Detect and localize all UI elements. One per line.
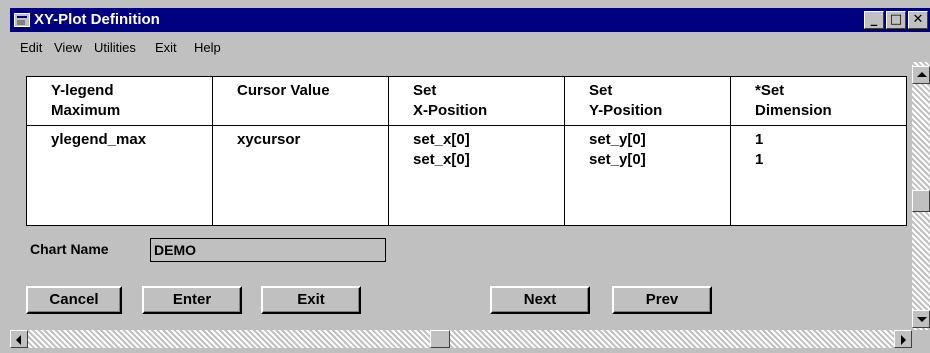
prev-button[interactable]: Prev [612, 286, 712, 314]
maximize-button[interactable]: □ [886, 11, 906, 29]
cancel-button[interactable]: Cancel [26, 286, 122, 314]
content-area: Y-legend Maximum Cursor Value Set X-Positi… [12, 66, 912, 330]
column-header-set-y-position: Set Y-Position [564, 76, 731, 126]
menu-view[interactable]: View [54, 40, 82, 56]
column-header-ylegend-maximum: Y-legend Maximum [26, 76, 213, 126]
cell-set-x-position[interactable]: set_x[0] set_x[0] [388, 125, 565, 226]
arrow-left-icon [16, 335, 21, 345]
cell-cursor-value[interactable]: xycursor [212, 125, 389, 226]
cell-set-dimension[interactable]: 11 [730, 125, 907, 226]
horizontal-scroll-thumb[interactable] [430, 330, 450, 348]
next-button[interactable]: Next [490, 286, 590, 314]
scroll-down-button[interactable] [912, 310, 930, 328]
cell-set-y-position[interactable]: set_y[0] set_y[0] [564, 125, 731, 226]
arrow-down-icon [917, 317, 927, 322]
menu-edit[interactable]: Edit [20, 40, 42, 56]
definition-table: Y-legend Maximum Cursor Value Set X-Positi… [26, 76, 907, 226]
arrow-up-icon [917, 72, 927, 77]
menu-exit[interactable]: Exit [155, 40, 177, 56]
arrow-right-icon [901, 335, 906, 345]
exit-button[interactable]: Exit [261, 286, 361, 314]
window-icon[interactable] [14, 13, 30, 27]
chart-name-label: Chart Name [30, 241, 109, 257]
column-header-cursor-value: Cursor Value [212, 76, 389, 126]
scroll-left-button[interactable] [10, 330, 28, 348]
cell-ylegend-max[interactable]: ylegend_max [26, 125, 213, 226]
chart-name-input[interactable]: DEMO [150, 238, 386, 262]
menu-utilities[interactable]: Utilities [94, 40, 136, 56]
close-button[interactable]: ✕ [908, 11, 928, 29]
horizontal-scrollbar[interactable] [10, 330, 912, 348]
enter-button[interactable]: Enter [142, 286, 242, 314]
column-header-set-x-position: Set X-Position [388, 76, 565, 126]
column-header-set-dimension: *Set Dimension [730, 76, 907, 126]
minimize-button[interactable]: _ [864, 11, 884, 29]
menu-help[interactable]: Help [194, 40, 221, 56]
xy-plot-definition-window: XY-Plot Definition _ □ ✕ Edit View Utili… [0, 0, 930, 353]
vertical-scroll-thumb[interactable] [912, 190, 930, 212]
vertical-scrollbar[interactable] [912, 62, 930, 330]
table-row: ylegend_max xycursor set_x[0] set_x[0] se… [26, 125, 907, 226]
scroll-right-button[interactable] [894, 330, 912, 348]
window-title: XY-Plot Definition [34, 11, 160, 28]
table-header-row: Y-legend Maximum Cursor Value Set X-Positi… [26, 76, 907, 126]
menu-bar: Edit View Utilities Exit Help [10, 32, 930, 62]
title-bar[interactable]: XY-Plot Definition _ □ ✕ [10, 8, 930, 32]
scroll-up-button[interactable] [912, 66, 930, 84]
size-grip[interactable] [912, 330, 930, 348]
